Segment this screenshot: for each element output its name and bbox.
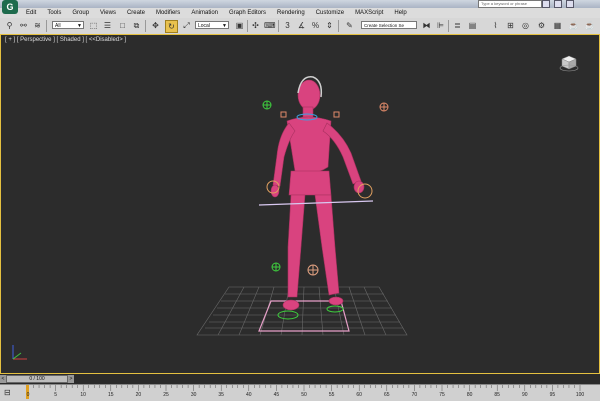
align-icon[interactable]: ⊫	[435, 20, 446, 31]
unlink-icon[interactable]: ⚯	[18, 20, 29, 31]
selection-filter-dropdown[interactable]: All ▼	[52, 21, 84, 29]
schematic-view-icon[interactable]: ⊞	[505, 20, 516, 31]
render-production-icon[interactable]: ☕	[568, 20, 579, 31]
ruler-tick-label: 30	[190, 392, 197, 398]
spinner-snap-icon[interactable]: ⇕	[324, 20, 335, 31]
ruler-tick-label: 45	[273, 392, 280, 398]
ruler-tick-label: 40	[246, 392, 252, 398]
rotate-icon[interactable]: ↻	[165, 20, 178, 33]
ruler-tick-label: 20	[135, 392, 142, 398]
ruler-tick-label: 5	[54, 392, 57, 398]
keyboard-shortcut-icon[interactable]: ⌨	[264, 20, 276, 31]
menu-item-rendering[interactable]: Rendering	[277, 10, 305, 16]
layer-manager-icon[interactable]: ≣	[452, 20, 463, 31]
biped-base	[258, 300, 350, 332]
star-icon[interactable]	[554, 0, 562, 8]
pivot-center-icon[interactable]: ▣	[234, 20, 245, 31]
graphite-ribbon-icon[interactable]: ▤	[467, 20, 478, 31]
perspective-viewport[interactable]: [ + ] [ Perspective ] [ Shaded ] [ <<Dis…	[0, 34, 600, 374]
title-bar: Type a keyword or phrase	[0, 0, 600, 8]
ruler-tick-label: 15	[108, 392, 114, 398]
frame-counter: 0 / 100	[29, 376, 45, 382]
move-icon[interactable]: ✥	[150, 20, 161, 31]
ruler-tick-label: 50	[301, 392, 307, 398]
scale-icon[interactable]: ⤢	[181, 20, 192, 31]
world-axis-icon	[12, 345, 27, 360]
ruler-tick-label: 100	[575, 392, 585, 398]
ruler-tick-label: 60	[356, 392, 362, 398]
render-iterative-icon[interactable]: ☕	[584, 20, 595, 31]
ruler-tick-label: 25	[163, 392, 169, 398]
angle-snap-icon[interactable]: ∡	[296, 20, 307, 31]
ruler-tick-label: 70	[411, 392, 418, 398]
ruler-tick-label: 75	[439, 392, 445, 398]
menu-item-animation[interactable]: Animation	[191, 10, 218, 16]
menu-item-group[interactable]: Group	[72, 10, 89, 16]
viewcube-icon[interactable]	[559, 53, 579, 73]
ruler-tick-label: 35	[218, 392, 224, 398]
select-by-name-icon[interactable]: ☰	[102, 20, 113, 31]
menu-item-modifiers[interactable]: Modifiers	[156, 10, 180, 16]
percent-snap-label: %	[311, 21, 320, 30]
ruler-tick-label: 10	[80, 392, 86, 398]
main-toolbar: ⚲ ⚯ ≋ All ▼ ⬚ ☰ □ ⧉ ✥ ↻ ⤢ Local ▼ ▣ ✣ ⌨ …	[0, 18, 600, 35]
ruler-tick-label: 65	[384, 392, 390, 398]
title-bar-icons	[542, 0, 574, 8]
menu-item-help[interactable]: Help	[394, 10, 406, 16]
menu-item-create[interactable]: Create	[127, 10, 145, 16]
window-crossing-icon[interactable]: ⧉	[131, 20, 142, 31]
snaps-toggle-icon[interactable]: 3	[282, 20, 293, 31]
ruler-tick-label: 90	[522, 392, 528, 398]
ruler-tick-label: 80	[466, 392, 473, 398]
menu-bar: Edit Tools Group Views Create Modifiers Animat…	[0, 8, 600, 18]
ruler-tick-label: 85	[494, 392, 500, 398]
mirror-icon[interactable]: ⧓	[421, 20, 432, 31]
menu-item-maxscript[interactable]: MAXScript	[355, 10, 383, 16]
track-bar[interactable]: ⊟ 0 5 10 15 20 25 30 35 40 45 50 55 60 65 70 75 80 85 90 95…	[0, 384, 600, 401]
search-input[interactable]: Type a keyword or phrase	[478, 0, 542, 8]
menu-item-edit[interactable]: Edit	[26, 10, 36, 16]
selection-filter-value: All	[55, 23, 61, 29]
selection-set-value: Create Selection Se	[364, 23, 405, 28]
reference-coord-dropdown[interactable]: Local ▼	[195, 21, 229, 29]
select-manipulate-icon[interactable]: ✣	[250, 20, 261, 31]
bind-spacewarp-icon[interactable]: ≋	[32, 20, 43, 31]
menu-item-graph-editors[interactable]: Graph Editors	[229, 10, 266, 16]
rendered-frame-window-icon[interactable]: ▦	[552, 20, 563, 31]
menu-item-customize[interactable]: Customize	[316, 10, 344, 16]
menu-item-tools[interactable]: Tools	[47, 10, 61, 16]
coord-system-value: Local	[198, 23, 210, 29]
binoculars-icon[interactable]	[542, 0, 550, 8]
home-grid	[196, 286, 408, 336]
link-icon[interactable]: ⚲	[4, 20, 15, 31]
named-selection-set-dropdown[interactable]: Create Selection Se	[361, 21, 417, 29]
percent-snap-icon[interactable]: %	[310, 20, 321, 31]
select-object-icon[interactable]: ⬚	[88, 20, 99, 31]
scene-canvas	[12, 76, 408, 360]
chevron-down-icon: ▼	[222, 23, 227, 29]
ruler-tick-label: 55	[328, 392, 335, 398]
render-setup-icon[interactable]: ⚙	[536, 20, 547, 31]
curve-editor-icon[interactable]: ⌇	[490, 20, 501, 31]
time-next-button[interactable]: >	[68, 375, 74, 383]
time-slider[interactable]: 0 / 100	[6, 375, 68, 383]
help-icon[interactable]	[566, 0, 574, 8]
rect-selection-icon[interactable]: □	[117, 20, 128, 31]
ruler-tick-label: 0	[26, 392, 30, 398]
material-editor-icon[interactable]: ◎	[520, 20, 531, 31]
menu-item-views[interactable]: Views	[100, 10, 116, 16]
snap-label: 3	[285, 21, 290, 30]
mini-curve-editor-icon[interactable]: ⊟	[4, 388, 14, 398]
ruler-tick-label: 95	[549, 392, 556, 398]
time-slider-bar	[0, 374, 600, 384]
app-logo-button[interactable]: G	[2, 0, 18, 14]
chevron-down-icon: ▼	[77, 23, 82, 29]
edit-named-selection-icon[interactable]: ✎	[344, 20, 355, 31]
